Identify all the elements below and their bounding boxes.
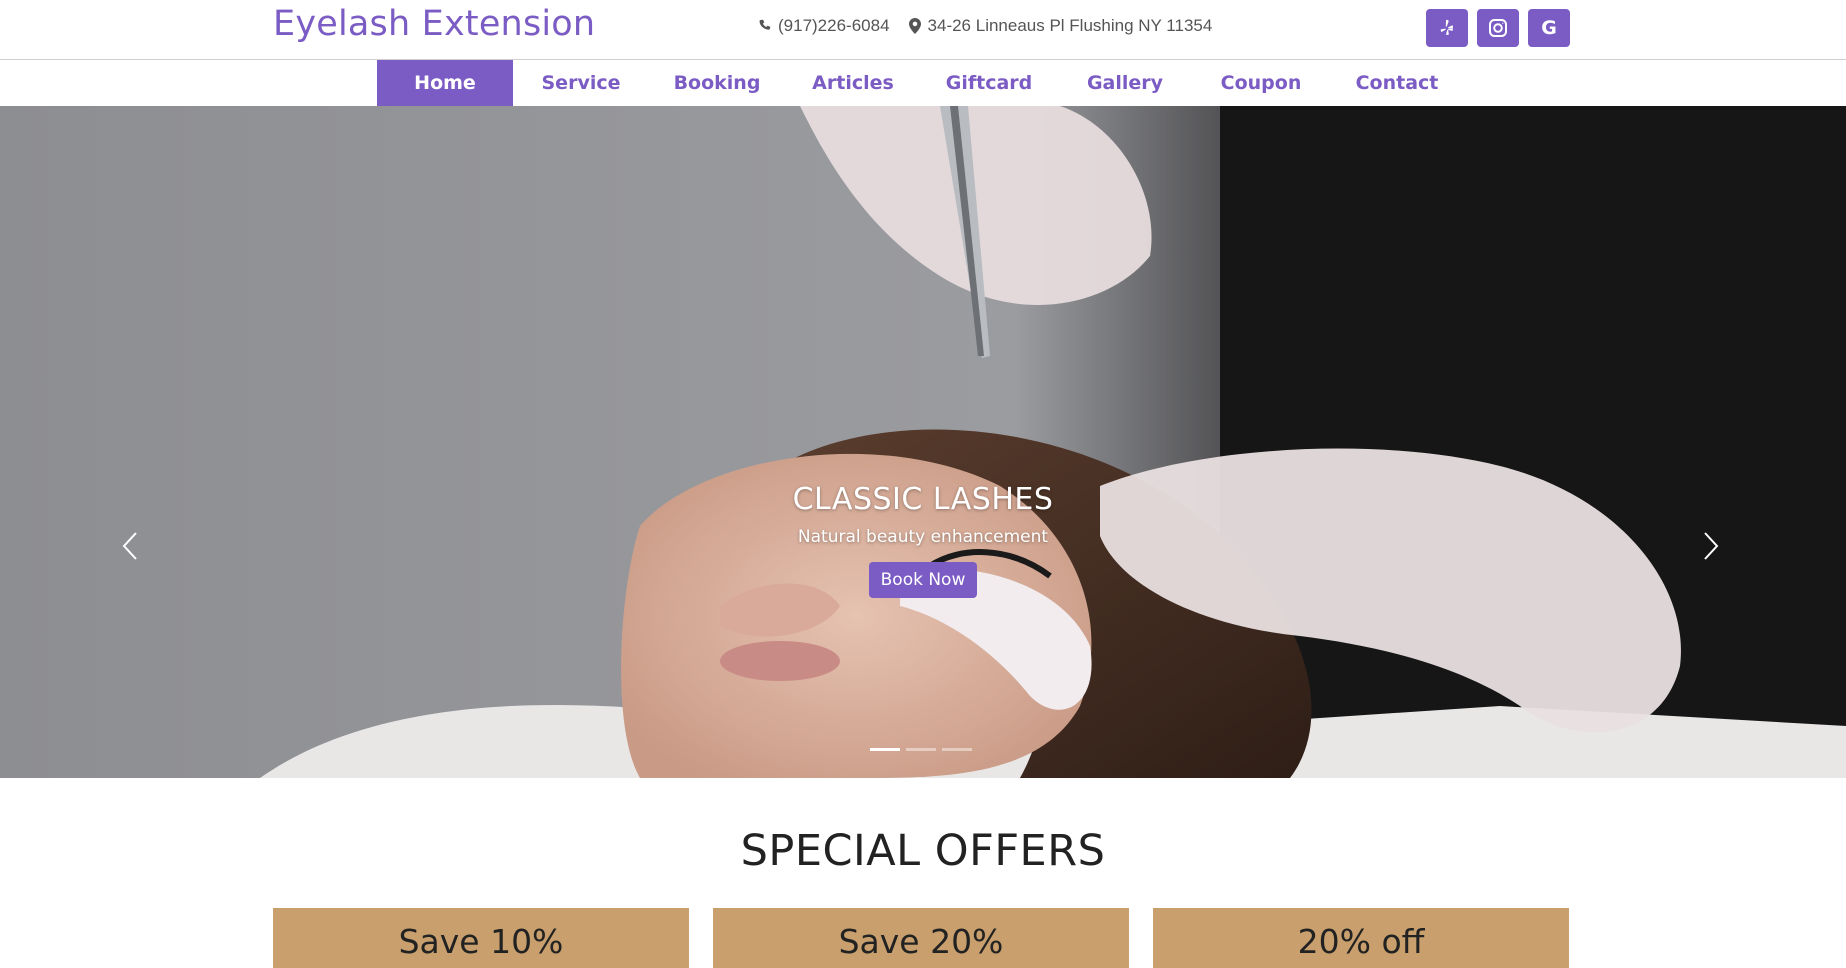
google-icon: G xyxy=(1541,17,1557,39)
yelp-icon xyxy=(1440,19,1454,35)
contact-info: (917)226-6084 34-26 Linneaus Pl Flushing… xyxy=(758,16,1212,36)
hero-carousel: CLASSIC LASHES Natural beauty enhancemen… xyxy=(0,106,1846,778)
phone-number: (917)226-6084 xyxy=(778,16,890,35)
offer-card[interactable]: 20% off xyxy=(1153,908,1569,968)
social-links: G xyxy=(1426,9,1570,47)
brand-logo[interactable]: Eyelash Extension xyxy=(273,4,595,44)
nav-articles[interactable]: Articles xyxy=(785,60,921,106)
carousel-indicator-1[interactable] xyxy=(870,748,900,751)
nav-coupon[interactable]: Coupon xyxy=(1193,60,1329,106)
instagram-button[interactable] xyxy=(1477,9,1519,47)
nav-list: Home Service Booking Articles Giftcard G… xyxy=(377,60,1465,106)
phone-icon xyxy=(759,19,771,30)
address-text: 34-26 Linneaus Pl Flushing NY 11354 xyxy=(927,16,1213,35)
book-now-button[interactable]: Book Now xyxy=(868,562,978,598)
address-item[interactable]: 34-26 Linneaus Pl Flushing NY 11354 xyxy=(908,16,1213,36)
offer-cards: Save 10% Save 20% 20% off xyxy=(273,908,1569,968)
hero-subtitle: Natural beauty enhancement xyxy=(797,527,1049,547)
yelp-button[interactable] xyxy=(1426,9,1468,47)
google-button[interactable]: G xyxy=(1528,9,1570,47)
hero-image xyxy=(0,106,1846,778)
hero-title: CLASSIC LASHES xyxy=(792,482,1054,517)
main-nav: Home Service Booking Articles Giftcard G… xyxy=(0,60,1846,106)
nav-giftcard[interactable]: Giftcard xyxy=(921,60,1057,106)
nav-service[interactable]: Service xyxy=(513,60,649,106)
offer-card[interactable]: Save 20% xyxy=(713,908,1129,968)
carousel-indicators xyxy=(870,748,972,751)
carousel-indicator-2[interactable] xyxy=(906,748,936,751)
nav-contact[interactable]: Contact xyxy=(1329,60,1465,106)
top-header: Eyelash Extension (917)226-6084 34-26 Li… xyxy=(0,0,1846,60)
instagram-icon xyxy=(1489,19,1507,37)
phone-item[interactable]: (917)226-6084 xyxy=(758,16,890,36)
special-offers-heading: SPECIAL OFFERS xyxy=(740,826,1106,876)
map-marker-icon xyxy=(908,18,921,34)
nav-booking[interactable]: Booking xyxy=(649,60,785,106)
nav-home[interactable]: Home xyxy=(377,60,513,106)
offer-card[interactable]: Save 10% xyxy=(273,908,689,968)
hero-caption: CLASSIC LASHES Natural beauty enhancemen… xyxy=(0,482,1846,598)
carousel-indicator-3[interactable] xyxy=(942,748,972,751)
nav-gallery[interactable]: Gallery xyxy=(1057,60,1193,106)
